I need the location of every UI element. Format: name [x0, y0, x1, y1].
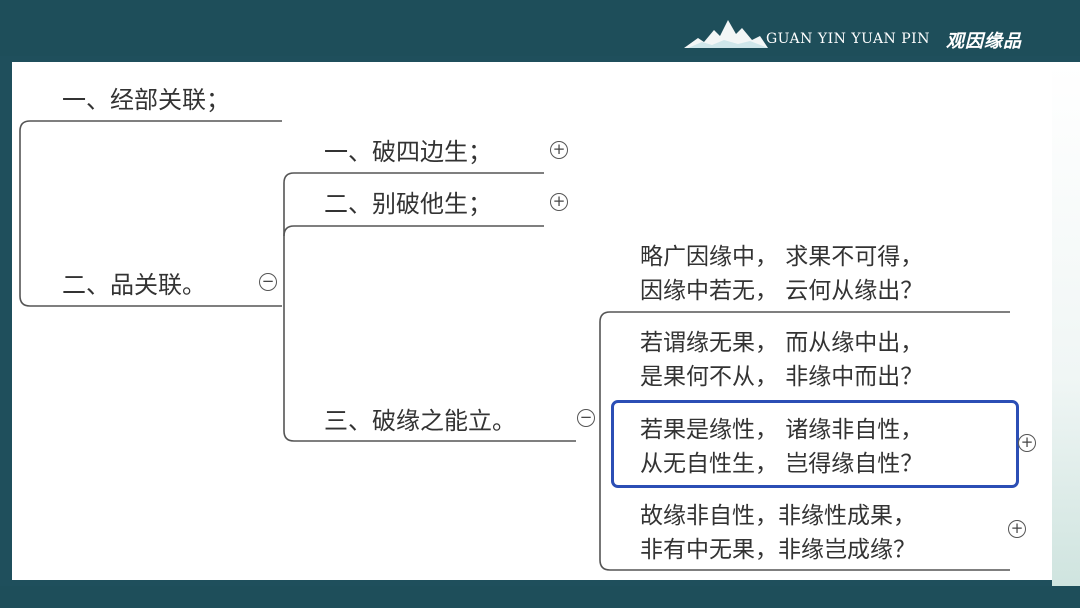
leaf-verse-2-line2: 是果何不从， 非缘中而出？: [640, 364, 924, 390]
leaf-verse-2[interactable]: 若谓缘无果， 而从缘中出， 是果何不从， 非缘中而出？: [640, 326, 923, 394]
node-pin-guan-lian[interactable]: 二、品关联。: [62, 268, 206, 302]
leaf-verse-3-line2: 从无自性生， 岂得缘自性？: [640, 451, 924, 477]
expand-leaf3-icon[interactable]: +: [1018, 434, 1036, 452]
leaf-verse-3[interactable]: 若果是缘性， 诸缘非自性， 从无自性生， 岂得缘自性？: [640, 413, 923, 481]
expand-sub1-icon[interactable]: +: [550, 141, 568, 159]
node-jing-bu-guan-lian[interactable]: 一、经部关联；: [62, 83, 230, 117]
expand-sub2-icon[interactable]: +: [550, 193, 568, 211]
leaf-verse-4-line1: 故缘非自性，非缘性成果，: [640, 503, 916, 529]
collapse-node2-icon[interactable]: −: [259, 273, 277, 291]
leaf-verse-1-line2: 因缘中若无， 云何从缘出？: [640, 278, 924, 304]
collapse-sub3-icon[interactable]: −: [577, 409, 595, 427]
connector-sub2: [283, 225, 544, 237]
leaf-verse-3-line1: 若果是缘性， 诸缘非自性，: [640, 417, 924, 443]
leaf-verse-4-line2: 非有中无果，非缘岂成缘？: [640, 537, 916, 563]
leaf-verse-1-line1: 略广因缘中， 求果不可得，: [640, 244, 924, 270]
leaf-verse-1[interactable]: 略广因缘中， 求果不可得， 因缘中若无， 云何从缘出？: [640, 240, 923, 308]
leaf-verse-2-line1: 若谓缘无果， 而从缘中出，: [640, 330, 924, 356]
node-bie-po-ta-sheng[interactable]: 二、别破他生；: [324, 187, 492, 221]
node-po-yuan-zhi-neng-li[interactable]: 三、破缘之能立。: [324, 404, 516, 438]
leaf-verse-4[interactable]: 故缘非自性，非缘性成果， 非有中无果，非缘岂成缘？: [640, 499, 916, 567]
node-po-si-bian-sheng[interactable]: 一、破四边生；: [324, 135, 492, 169]
expand-leaf4-icon[interactable]: +: [1008, 520, 1026, 538]
